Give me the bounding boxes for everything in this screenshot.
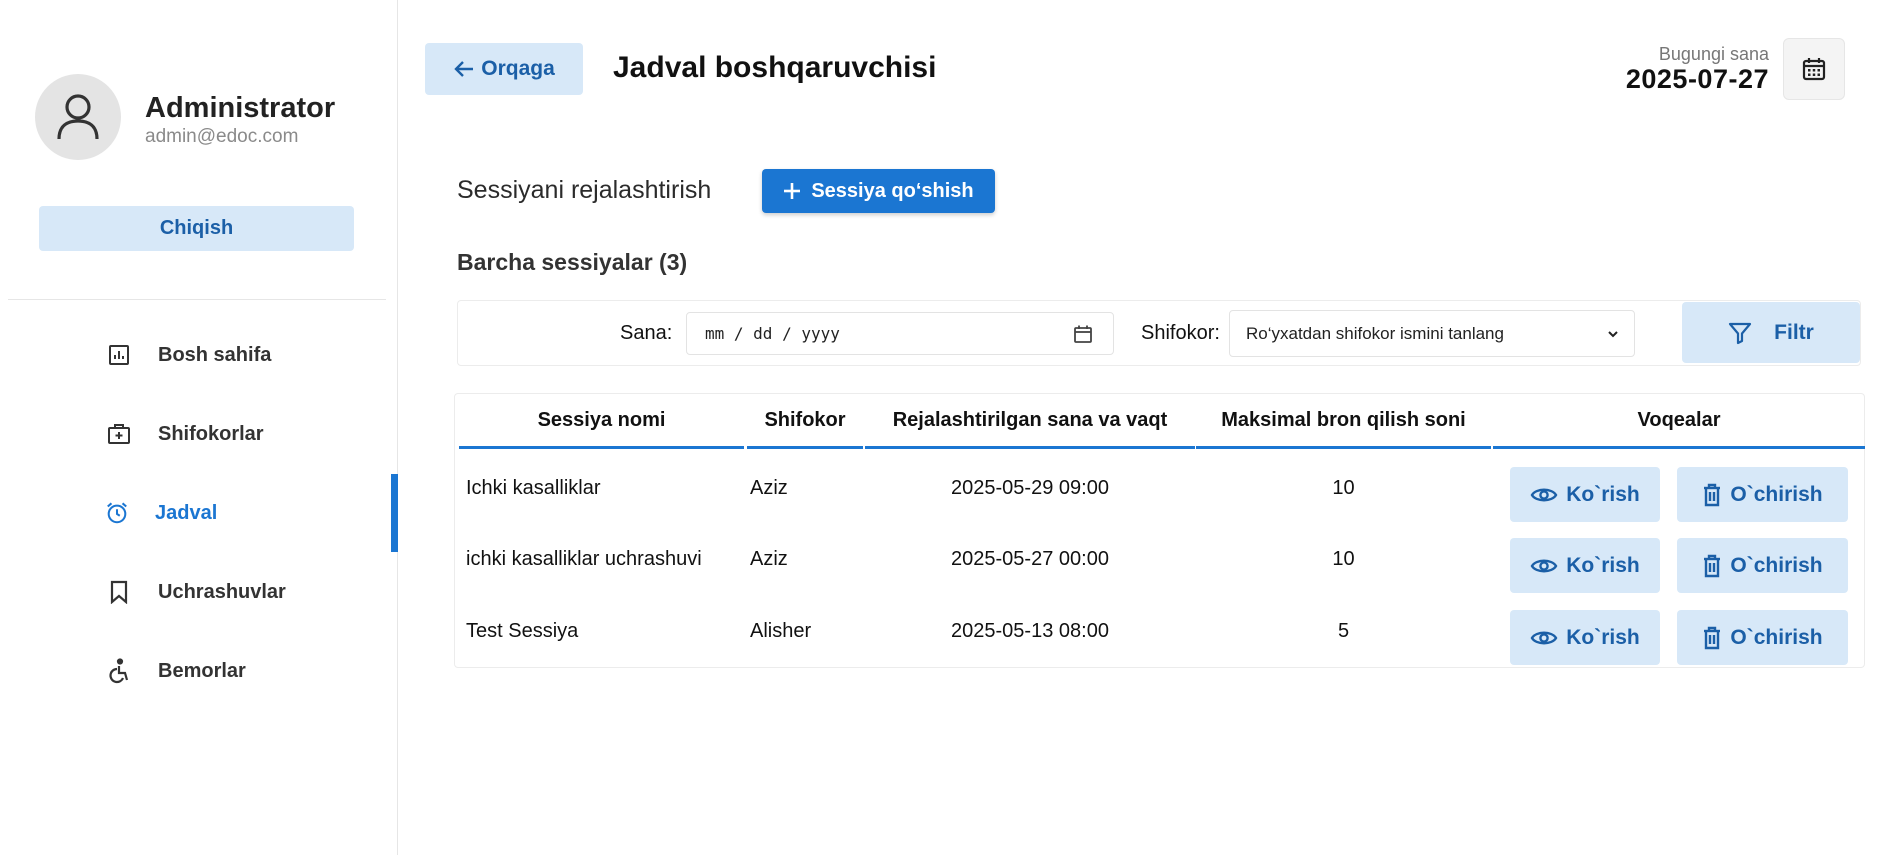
session-name: Ichki kasalliklar [466,477,601,499]
trash-icon [1704,554,1721,577]
eye-icon [1530,559,1558,572]
sidebar-item-patients[interactable]: Bemorlar [0,641,398,701]
doctor-filter-label: Shifokor: [1141,322,1220,344]
view-button[interactable]: Ko`rish [1510,610,1660,665]
filter-icon [1729,322,1752,344]
logout-button[interactable]: Chiqish [39,206,354,251]
view-button-label: Ko`rish [1566,482,1640,506]
add-session-label: Sessiya qo‘shish [811,179,974,202]
sidebar-item-appointments[interactable]: Uchrashuvlar [0,562,398,622]
calendar-icon[interactable] [1073,324,1093,344]
today-caption: Bugungi sana [1658,44,1769,64]
user-icon [57,94,99,140]
session-max-bookings: 10 [1332,548,1355,570]
accessibility-icon [107,658,131,684]
header-underline [1196,446,1491,449]
delete-button-label: O`chirish [1730,625,1823,649]
user-email: admin@edoc.com [145,126,299,147]
session-name: Test Sessiya [466,620,579,642]
delete-button[interactable]: O`chirish [1677,610,1848,665]
session-name: ichki kasalliklar uchrashuvi [466,548,702,570]
sessions-count-heading: Barcha sessiyalar (3) [457,249,688,275]
arrow-left-icon [454,61,474,77]
column-header: Maksimal bron qilish soni [1221,409,1466,431]
today-date: 2025-07-27 [1625,64,1769,94]
sidebar-item-label: Shifokorlar [158,422,264,445]
section-title: Sessiyani rejalashtirish [457,176,712,204]
header-underline [747,446,863,449]
trash-icon [1704,626,1721,649]
alarm-clock-icon [105,501,129,525]
delete-button[interactable]: O`chirish [1677,467,1848,522]
delete-button-label: O`chirish [1730,553,1823,577]
sidebar-item-label: Jadval [155,501,218,524]
session-max-bookings: 5 [1337,620,1350,642]
session-datetime: 2025-05-13 08:00 [951,620,1109,642]
medical-kit-icon [107,422,131,446]
doctor-select[interactable]: Ro‘yxatdan shifokor ismini tanlang [1229,310,1635,357]
eye-icon [1530,488,1558,501]
calendar-button[interactable] [1783,38,1845,100]
eye-icon [1530,631,1558,644]
view-button[interactable]: Ko`rish [1510,467,1660,522]
calendar-icon [1802,58,1826,81]
chevron-down-icon [1608,331,1618,338]
date-placeholder: mm / dd / yyyy [705,324,840,343]
session-max-bookings: 10 [1332,477,1355,499]
back-button[interactable]: Orqaga [425,43,583,95]
column-header: Sessiya nomi [537,409,666,431]
filter-button-label: Filtr [1774,320,1814,344]
plus-icon [784,183,801,199]
session-datetime: 2025-05-27 00:00 [951,548,1109,570]
sidebar-item-label: Uchrashuvlar [158,580,286,603]
page-title: Jadval boshqaruvchisi [613,51,937,84]
sidebar-item-label: Bosh sahifa [158,343,272,366]
delete-button[interactable]: O`chirish [1677,538,1848,593]
back-button-label: Orqaga [481,57,555,80]
session-doctor: Alisher [750,620,812,642]
app: Administrator admin@edoc.com Chiqish Bos… [0,0,1885,855]
date-filter-label: Sana: [620,322,673,344]
sidebar-item-dashboard[interactable]: Bosh sahifa [0,325,398,385]
sidebar-divider [8,299,386,300]
trash-icon [1704,483,1721,506]
user-name: Administrator [145,92,336,124]
filter-button[interactable]: Filtr [1682,302,1860,363]
session-datetime: 2025-05-29 09:00 [951,477,1109,499]
session-doctor: Aziz [750,477,788,499]
session-doctor: Aziz [750,548,788,570]
add-session-button[interactable]: Sessiya qo‘shish [762,169,995,213]
sidebar-item-label: Bemorlar [158,659,246,682]
view-button-label: Ko`rish [1566,625,1640,649]
header-underline [459,446,744,449]
doctor-select-value: Ro‘yxatdan shifokor ismini tanlang [1246,323,1504,343]
view-button-label: Ko`rish [1566,553,1640,577]
view-button[interactable]: Ko`rish [1510,538,1660,593]
header-underline [1493,446,1865,449]
active-indicator [391,474,398,552]
column-header: Rejalashtirilgan sana va vaqt [892,409,1168,431]
bookmark-icon [107,580,131,604]
date-filter-input[interactable]: mm / dd / yyyy [686,312,1114,355]
sidebar-item-doctors[interactable]: Shifokorlar [0,404,398,464]
avatar [35,74,121,160]
sidebar-item-schedule[interactable]: Jadval [0,474,398,552]
column-header: Shifokor [764,409,846,431]
header-underline [865,446,1195,449]
sidebar: Administrator admin@edoc.com Chiqish Bos… [0,0,398,855]
column-header: Voqealar [1637,409,1721,431]
dashboard-icon [107,343,131,367]
delete-button-label: O`chirish [1730,482,1823,506]
